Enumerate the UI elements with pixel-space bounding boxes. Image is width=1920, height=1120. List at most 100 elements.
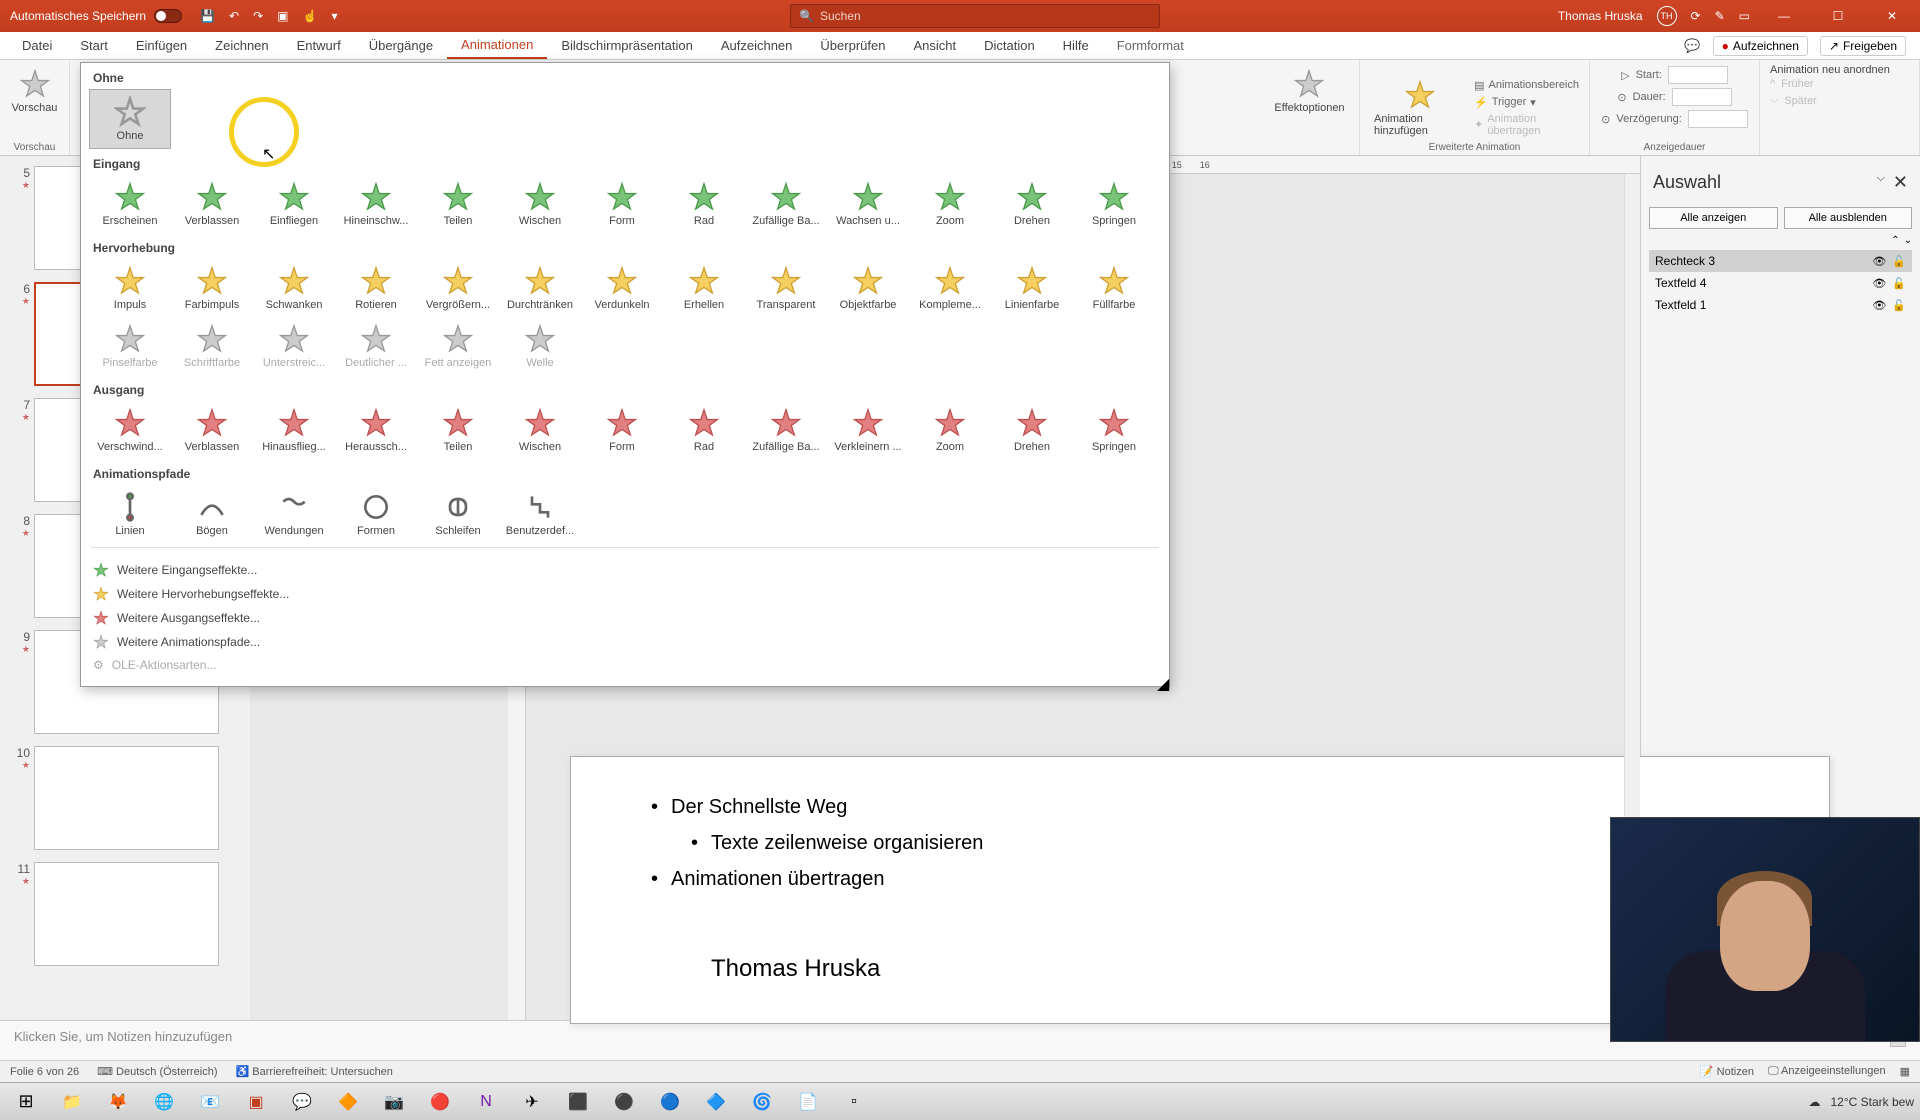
timing-dauer-field[interactable]	[1672, 88, 1732, 106]
anim-item[interactable]: Teilen	[417, 175, 499, 233]
share-button[interactable]: ↗Freigeben	[1820, 36, 1906, 56]
taskbar-powerpoint-icon[interactable]: ▣	[236, 1086, 276, 1118]
tab-bildschirm[interactable]: Bildschirmpräsentation	[547, 32, 707, 59]
anim-item[interactable]: Objektfarbe	[827, 259, 909, 317]
record-button[interactable]: ●Aufzeichnen	[1713, 36, 1808, 56]
taskbar-app1-icon[interactable]: 💬	[282, 1086, 322, 1118]
eye-icon[interactable]: 👁	[1872, 255, 1886, 268]
autosave-toggle[interactable]	[154, 9, 182, 23]
taskbar-app3-icon[interactable]: 🔴	[420, 1086, 460, 1118]
anim-item[interactable]: Rad	[663, 401, 745, 459]
anim-item[interactable]: Impuls	[89, 259, 171, 317]
anim-item[interactable]: Form	[581, 401, 663, 459]
tab-datei[interactable]: Datei	[8, 32, 66, 59]
user-avatar[interactable]: TH	[1657, 6, 1677, 26]
slide-thumbnail[interactable]	[34, 862, 219, 966]
anim-item[interactable]: Erscheinen	[89, 175, 171, 233]
anim-item[interactable]: Drehen	[991, 401, 1073, 459]
redo-icon[interactable]: ↷	[253, 9, 263, 23]
anim-item[interactable]: Form	[581, 175, 663, 233]
anim-path-item[interactable]: Linien	[89, 485, 171, 543]
more-emphasis-effects[interactable]: Weitere Hervorhebungseffekte...	[91, 582, 1159, 606]
lock-icon[interactable]: 🔓	[1892, 277, 1906, 290]
anim-item[interactable]: Erhellen	[663, 259, 745, 317]
taskbar-app5-icon[interactable]: 🔵	[650, 1086, 690, 1118]
anim-item[interactable]: Vergrößern...	[417, 259, 499, 317]
lock-icon[interactable]: 🔓	[1892, 255, 1906, 268]
undo-icon[interactable]: ↶	[229, 9, 239, 23]
anim-item[interactable]: Verkleinern ...	[827, 401, 909, 459]
animation-painter-button[interactable]: ✦ Animation übertragen	[1474, 113, 1579, 137]
more-entrance-effects[interactable]: Weitere Eingangseffekte...	[91, 558, 1159, 582]
search-box[interactable]: 🔍	[790, 4, 1160, 28]
timing-start-field[interactable]	[1668, 66, 1728, 84]
tab-zeichnen[interactable]: Zeichnen	[201, 32, 282, 59]
taskbar-app4-icon[interactable]: ⬛	[558, 1086, 598, 1118]
sync-icon[interactable]: ⟳	[1691, 9, 1701, 23]
draw-icon[interactable]: ✎	[1715, 9, 1725, 23]
taskbar-obs-icon[interactable]: ⚫	[604, 1086, 644, 1118]
anim-item[interactable]: Verblassen	[171, 401, 253, 459]
anim-path-item[interactable]: Formen	[335, 485, 417, 543]
tab-entwurf[interactable]: Entwurf	[283, 32, 355, 59]
tab-einfuegen[interactable]: Einfügen	[122, 32, 201, 59]
anim-item[interactable]: Rotieren	[335, 259, 417, 317]
present-icon[interactable]: ▣	[277, 9, 288, 23]
anim-item[interactable]: Springen	[1073, 401, 1155, 459]
anim-item[interactable]: Wischen	[499, 175, 581, 233]
move-earlier-button[interactable]: ^ Früher	[1770, 78, 1814, 90]
slide-thumbnail[interactable]	[34, 746, 219, 850]
selection-object[interactable]: Rechteck 3👁🔓	[1649, 250, 1912, 272]
anim-item[interactable]: Wischen	[499, 401, 581, 459]
taskbar-app2-icon[interactable]: 📷	[374, 1086, 414, 1118]
anim-item[interactable]: Verschwind...	[89, 401, 171, 459]
preview-button[interactable]: Vorschau	[8, 64, 62, 118]
taskbar-edge-icon[interactable]: 🌀	[742, 1086, 782, 1118]
save-icon[interactable]: 💾	[200, 9, 215, 23]
qat-more-icon[interactable]: ▾	[331, 9, 337, 23]
hide-all-button[interactable]: Alle ausblenden	[1784, 207, 1913, 229]
taskbar-app6-icon[interactable]: 🔷	[696, 1086, 736, 1118]
anim-none[interactable]: Ohne	[89, 89, 171, 149]
trigger-button[interactable]: ⚡ Trigger ▾	[1474, 96, 1579, 109]
resize-handle[interactable]: ◢	[1157, 674, 1169, 686]
anim-item[interactable]: Zoom	[909, 401, 991, 459]
selection-object[interactable]: Textfeld 1👁🔓	[1649, 294, 1912, 316]
comments-icon[interactable]: 💬	[1684, 38, 1700, 54]
tab-ueberpruefen[interactable]: Überprüfen	[806, 32, 899, 59]
tab-formformat[interactable]: Formformat	[1103, 32, 1198, 59]
animation-pane-button[interactable]: ▤ Animationsbereich	[1474, 79, 1579, 92]
search-input[interactable]	[820, 9, 1151, 23]
anim-item[interactable]: Kompleme...	[909, 259, 991, 317]
selection-object[interactable]: Textfeld 4👁🔓	[1649, 272, 1912, 294]
taskbar-app8-icon[interactable]: ▫	[834, 1086, 874, 1118]
anim-item[interactable]: Hinausflieg...	[253, 401, 335, 459]
selection-pane-dropdown-icon[interactable]: ⌵	[1877, 172, 1885, 193]
close-button[interactable]: ✕	[1872, 0, 1912, 32]
slide-counter[interactable]: Folie 6 von 26	[10, 1066, 79, 1078]
anim-item[interactable]: Einfliegen	[253, 175, 335, 233]
effect-options-button[interactable]: Effektoptionen	[1270, 64, 1348, 118]
weather-icon[interactable]: ☁	[1808, 1095, 1820, 1109]
show-all-button[interactable]: Alle anzeigen	[1649, 207, 1778, 229]
maximize-button[interactable]: ☐	[1818, 0, 1858, 32]
anim-item[interactable]: Farbimpuls	[171, 259, 253, 317]
taskbar-explorer-icon[interactable]: 📁	[52, 1086, 92, 1118]
more-motion-paths[interactable]: Weitere Animationspfade...	[91, 630, 1159, 654]
anim-item[interactable]: Zufällige Ba...	[745, 401, 827, 459]
language-status[interactable]: ⌨ Deutsch (Österreich)	[97, 1065, 217, 1078]
taskbar-telegram-icon[interactable]: ✈	[512, 1086, 552, 1118]
weather-text[interactable]: 12°C Stark bew	[1830, 1095, 1914, 1109]
tab-animationen[interactable]: Animationen	[447, 32, 547, 59]
taskbar-chrome-icon[interactable]: 🌐	[144, 1086, 184, 1118]
anim-item[interactable]: Drehen	[991, 175, 1073, 233]
anim-item[interactable]: Zoom	[909, 175, 991, 233]
tab-ansicht[interactable]: Ansicht	[899, 32, 970, 59]
anim-item[interactable]: Heraussch...	[335, 401, 417, 459]
tab-dictation[interactable]: Dictation	[970, 32, 1049, 59]
tab-start[interactable]: Start	[66, 32, 121, 59]
selection-pane-close-icon[interactable]: ✕	[1893, 172, 1908, 193]
notes-button[interactable]: 📝 Notizen	[1700, 1065, 1754, 1078]
anim-path-item[interactable]: Benutzerdef...	[499, 485, 581, 543]
display-settings-button[interactable]: 🖵 Anzeigeeinstellungen	[1768, 1065, 1886, 1078]
